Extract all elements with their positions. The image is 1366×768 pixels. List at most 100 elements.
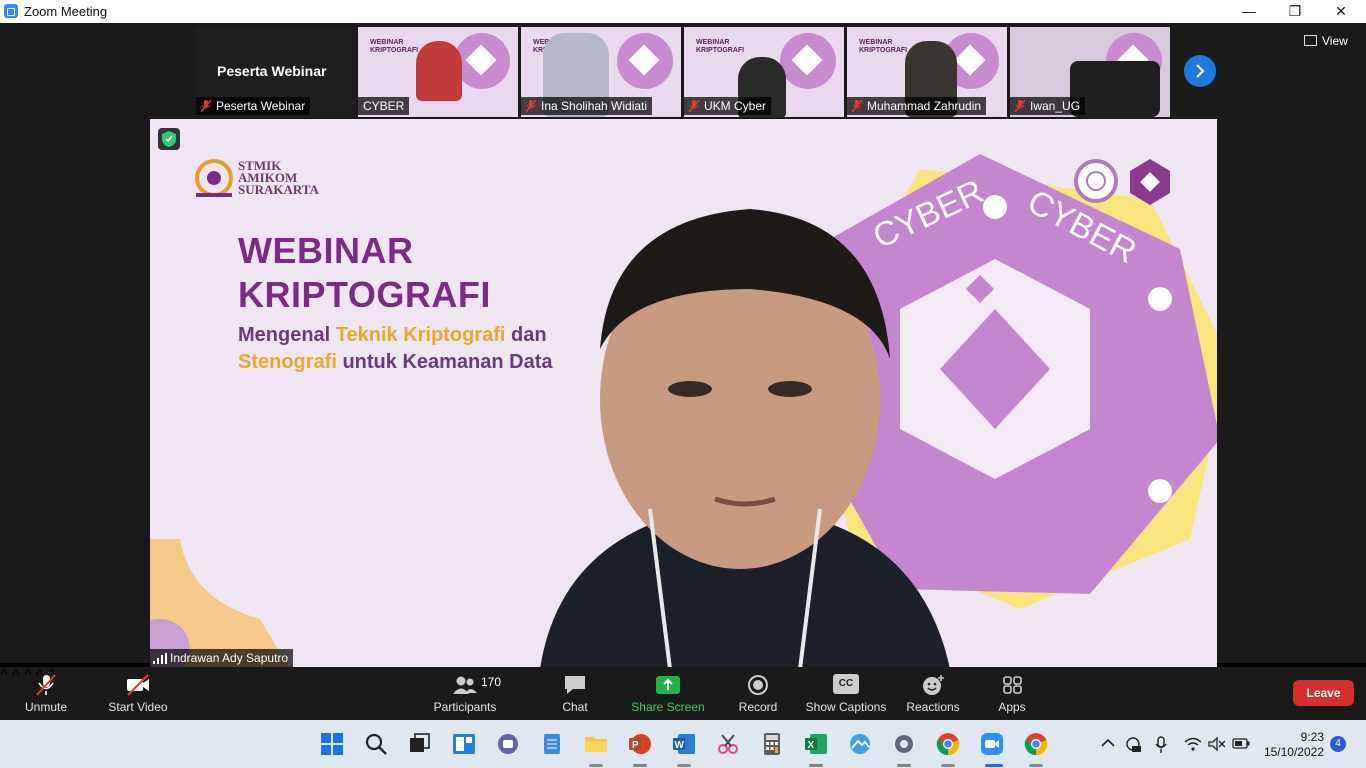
unmute-button[interactable]: Unmute <box>16 667 76 720</box>
calculator-icon[interactable] <box>760 732 784 756</box>
teams-chat-icon[interactable] <box>496 732 520 756</box>
taskbar-clock[interactable]: 9:23 15/10/2022 <box>1262 730 1324 760</box>
participant-name: Iwan_UG <box>1030 99 1081 113</box>
active-indicator <box>809 764 823 767</box>
speaker-name-tag: Indrawan Ady Saputro <box>150 649 294 667</box>
participant-name: Ina Sholihah Widiati <box>541 99 648 113</box>
record-label: Record <box>738 700 778 714</box>
microphone-icon[interactable] <box>1154 736 1168 754</box>
apps-button[interactable]: Apps <box>988 667 1036 720</box>
start-video-label: Start Video <box>108 700 168 714</box>
windows-taskbar: P W X 9:23 15/10/2022 4 <box>0 720 1366 768</box>
widgets-icon[interactable] <box>452 732 476 756</box>
chevron-right-icon <box>1196 64 1205 78</box>
chat-icon <box>565 676 585 694</box>
task-view-icon[interactable] <box>408 732 432 756</box>
participant-name: Muhammad Zahrudin <box>867 99 982 113</box>
share-screen-label: Share Screen <box>631 700 705 714</box>
active-indicator <box>1029 764 1043 767</box>
chat-button[interactable]: Chat <box>550 667 600 720</box>
active-indicator <box>941 764 955 767</box>
participant-tile[interactable]: Iwan_UG <box>1010 27 1170 117</box>
zoom-app-icon <box>4 4 18 18</box>
leave-button[interactable]: Leave <box>1293 680 1354 706</box>
show-captions-button[interactable]: CC Show Captions <box>804 667 888 720</box>
participants-icon <box>453 676 477 694</box>
thumb-slide-title: WEBINARKRIPTOGRAFI <box>370 39 419 54</box>
settings-icon[interactable] <box>892 732 916 756</box>
subtitle-part: Mengenal <box>238 324 336 346</box>
captions-icon: CC <box>833 674 859 694</box>
participant-tile[interactable]: WEBINAR KRIPTOGRAFI CYBER <box>358 27 518 117</box>
svg-text:X: X <box>808 740 815 751</box>
close-button[interactable]: ✕ <box>1318 0 1364 23</box>
svg-text:W: W <box>675 740 685 751</box>
record-icon <box>748 675 768 695</box>
start-video-button[interactable]: Start Video <box>104 667 172 720</box>
reactions-icon <box>923 675 944 695</box>
self-tile-name: Peserta Webinar <box>217 63 327 79</box>
participant-name-tag: CYBER <box>358 97 410 115</box>
encryption-shield-icon[interactable] <box>158 128 180 150</box>
video-off-icon <box>127 674 149 696</box>
restore-button[interactable]: ❐ <box>1272 0 1318 23</box>
unmute-label: Unmute <box>24 700 68 714</box>
photos-icon[interactable] <box>848 732 872 756</box>
reactions-button[interactable]: Reactions <box>902 667 964 720</box>
clock-time: 9:23 <box>1300 730 1324 744</box>
speaker-name: Indrawan Ady Saputro <box>170 651 289 665</box>
view-label: View <box>1322 34 1348 48</box>
slide-decoration <box>150 539 290 667</box>
window-titlebar: Zoom Meeting — ❐ ✕ <box>0 0 1366 23</box>
record-button[interactable]: Record <box>732 667 784 720</box>
battery-icon[interactable] <box>1232 738 1250 749</box>
network-cloud-icon[interactable] <box>1124 736 1142 752</box>
share-screen-button[interactable]: Share Screen <box>628 667 708 720</box>
apps-label: Apps <box>998 700 1026 714</box>
speaker-muted-icon[interactable] <box>1208 737 1226 751</box>
cyber-badge-image <box>780 33 836 89</box>
window-title: Zoom Meeting <box>24 4 108 19</box>
mic-muted-icon <box>36 674 56 696</box>
gallery-next-button[interactable] <box>1184 55 1216 87</box>
view-button[interactable]: View <box>1304 34 1348 48</box>
zoom-icon[interactable] <box>980 732 1004 756</box>
chevron-up-icon[interactable] <box>1101 738 1115 748</box>
self-video-tile[interactable]: Peserta Webinar Peserta Webinar <box>196 27 356 117</box>
active-indicator <box>589 764 603 767</box>
wifi-icon[interactable] <box>1184 737 1202 751</box>
minimize-button[interactable]: — <box>1226 0 1272 23</box>
file-explorer-icon[interactable] <box>584 732 608 756</box>
chrome-icon[interactable] <box>1024 732 1048 756</box>
self-name-tag: Peserta Webinar <box>196 97 311 115</box>
audio-options-caret[interactable]: ^ <box>0 667 8 684</box>
powerpoint-icon[interactable]: P <box>628 732 652 756</box>
chrome-icon[interactable] <box>936 732 960 756</box>
participant-name: CYBER <box>363 99 405 113</box>
meeting-toolbar: Unmute ^ Start Video ^ 170 Participants … <box>0 667 1366 720</box>
speaker-video-feed <box>450 209 1010 667</box>
participant-tile[interactable]: WEBINAR KRIPTOGRAFI Muhammad Zahrudin <box>847 27 1007 117</box>
signal-bars-icon <box>153 653 167 664</box>
participant-tile[interactable]: WEBINAR KRIPTOGRAFI UKM Cyber <box>684 27 844 117</box>
notepad-icon[interactable] <box>540 732 564 756</box>
participant-name-tag: Ina Sholihah Widiati <box>521 97 653 115</box>
participant-name-tag: Muhammad Zahrudin <box>847 97 987 115</box>
cyber-badge-image <box>617 33 673 89</box>
word-icon[interactable]: W <box>672 732 696 756</box>
partner-logos <box>1072 157 1172 212</box>
cyber-badge-image <box>454 33 510 89</box>
windows-start-icon[interactable] <box>320 732 344 756</box>
participants-label: Participants <box>433 700 497 714</box>
excel-icon[interactable]: X <box>804 732 828 756</box>
reactions-label: Reactions <box>906 700 960 714</box>
participants-button[interactable]: 170 Participants <box>430 667 501 720</box>
active-indicator <box>985 764 1003 767</box>
snipping-tool-icon[interactable] <box>716 732 740 756</box>
self-name-label: Peserta Webinar <box>216 99 306 113</box>
chat-label: Chat <box>562 700 588 714</box>
mic-muted-icon <box>526 100 536 112</box>
participant-tile[interactable]: WEBINARKRIPTOGRAFI Ina Sholihah Widiati <box>521 27 681 117</box>
notification-badge[interactable]: 4 <box>1330 736 1346 752</box>
search-icon[interactable] <box>364 732 388 756</box>
